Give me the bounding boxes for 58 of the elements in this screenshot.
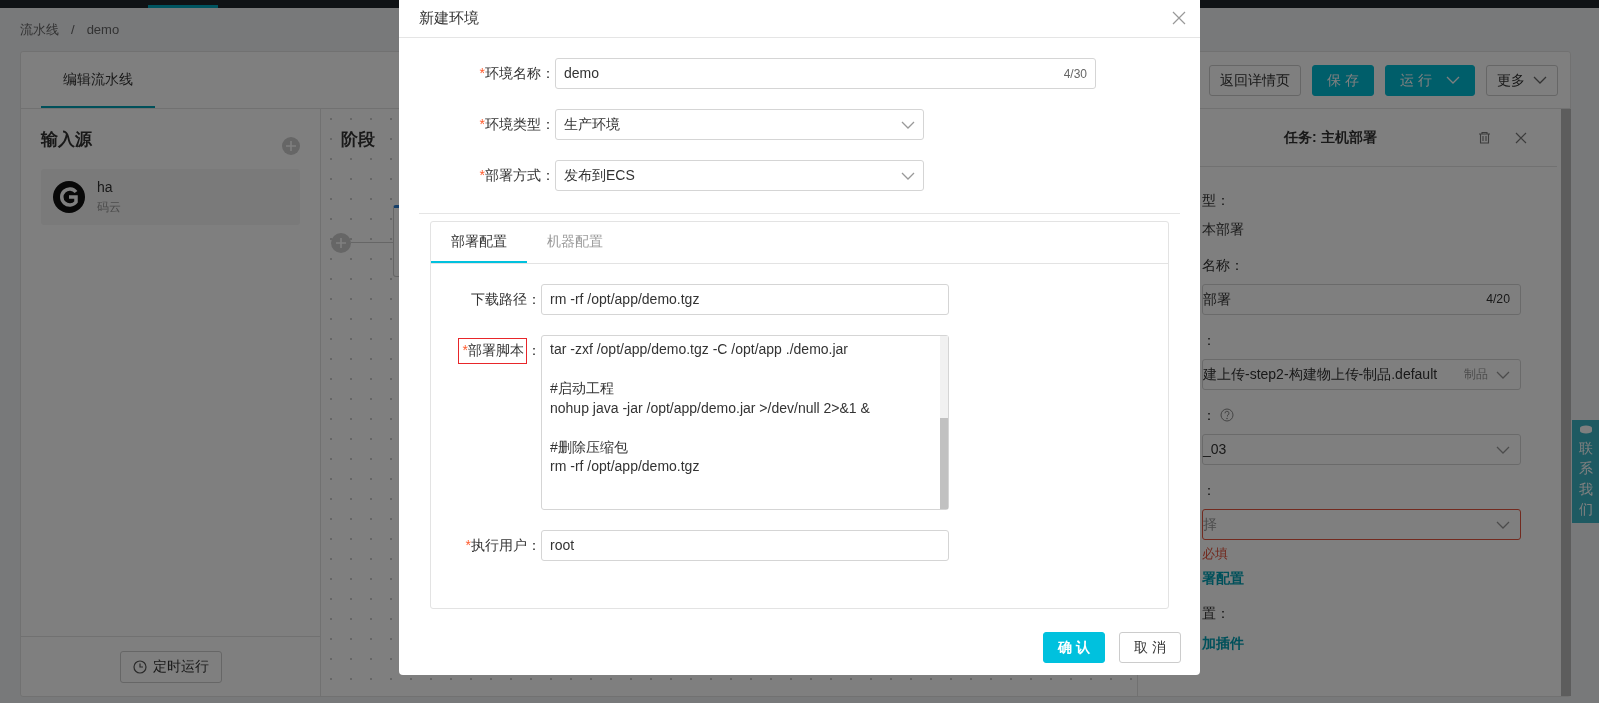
field-label: *部署方式： — [479, 166, 555, 185]
select-field[interactable]: 发布到ECS — [555, 160, 924, 191]
help-icon[interactable] — [1220, 408, 1234, 422]
chevron-down-icon — [901, 171, 915, 180]
field-label: 下载路径： — [471, 290, 541, 309]
text-field[interactable]: 部署 4/20 — [1202, 284, 1521, 315]
breadcrumb-item[interactable]: 流水线 — [20, 19, 59, 40]
chevron-down-icon — [1496, 445, 1510, 454]
clock-icon — [132, 659, 147, 674]
field-label: *执行用户： — [465, 536, 541, 555]
page-tab[interactable]: 编辑流水线 — [41, 52, 155, 108]
text-field[interactable]: root — [541, 530, 949, 561]
chevron-down-icon — [901, 120, 915, 129]
field-label: ： — [1202, 480, 1216, 500]
more-dropdown-button[interactable]: 更多 — [1486, 64, 1558, 96]
back-button[interactable]: 返回详情页 — [1209, 64, 1302, 96]
trash-icon[interactable] — [1478, 131, 1491, 144]
select-field[interactable]: _03 — [1202, 434, 1521, 465]
field-label: *环境名称： — [479, 64, 555, 83]
add-icon[interactable] — [331, 233, 351, 253]
highlighted-label: *部署脚本 — [457, 337, 527, 364]
text-field[interactable]: demo 4/30 — [555, 58, 1096, 89]
field-label: *环境类型： — [479, 115, 555, 134]
source-name: ha — [97, 178, 114, 198]
field-label: 型： — [1202, 190, 1230, 210]
close-icon — [1172, 10, 1186, 25]
dialog-title: 新建环境 — [419, 8, 479, 29]
close-icon[interactable] — [1515, 131, 1527, 144]
config-link[interactable]: 署配置 — [1202, 567, 1521, 589]
chevron-down-icon — [1533, 76, 1547, 84]
field-label: ： — [1202, 330, 1216, 350]
field-label: 置： — [1202, 604, 1230, 623]
section-title: 阶段 — [341, 129, 375, 151]
chevron-down-icon — [1496, 370, 1510, 379]
error-message: 必填 — [1202, 545, 1229, 563]
add-icon[interactable] — [282, 137, 300, 155]
active-nav-indicator — [148, 5, 218, 8]
select-field[interactable]: 生产环境 — [555, 109, 924, 140]
label-colon: ： — [527, 341, 541, 360]
close-button[interactable] — [1172, 10, 1188, 27]
add-plugin-link[interactable]: 加插件 — [1202, 632, 1521, 654]
tab[interactable]: 机器配置 — [527, 222, 623, 263]
field-label: 名称： — [1202, 255, 1244, 275]
text-field[interactable]: rm -rf /opt/app/demo.tgz — [541, 284, 949, 315]
tab[interactable]: 部署配置 — [431, 222, 527, 263]
section-title: 输入源 — [41, 129, 92, 151]
schedule-run-button[interactable]: 定时运行 — [119, 650, 222, 683]
breadcrumb-item: demo — [86, 20, 120, 39]
logo-icon — [53, 181, 85, 213]
cancel-button[interactable]: 取 消 — [1119, 632, 1181, 663]
chevron-down-icon — [1446, 76, 1460, 84]
field-value: 本部署 — [1202, 220, 1245, 239]
field-label: ： — [1202, 405, 1216, 425]
breadcrumb-separator: / — [71, 20, 75, 39]
contact-us-label: 联系我们 — [1578, 439, 1593, 519]
chevron-down-icon — [1496, 520, 1510, 529]
script-field[interactable]: tar -zxf /opt/app/demo.tgz -C /opt/app ./demo.jar #启动工程 nohup java -jar /opt/app/demo.jar >/dev/null 2>&1 & #删除压缩包 rm -rf /opt/app/demo.tgz — [541, 335, 949, 510]
drawer-title: 任务: 主机部署 — [1284, 128, 1377, 147]
